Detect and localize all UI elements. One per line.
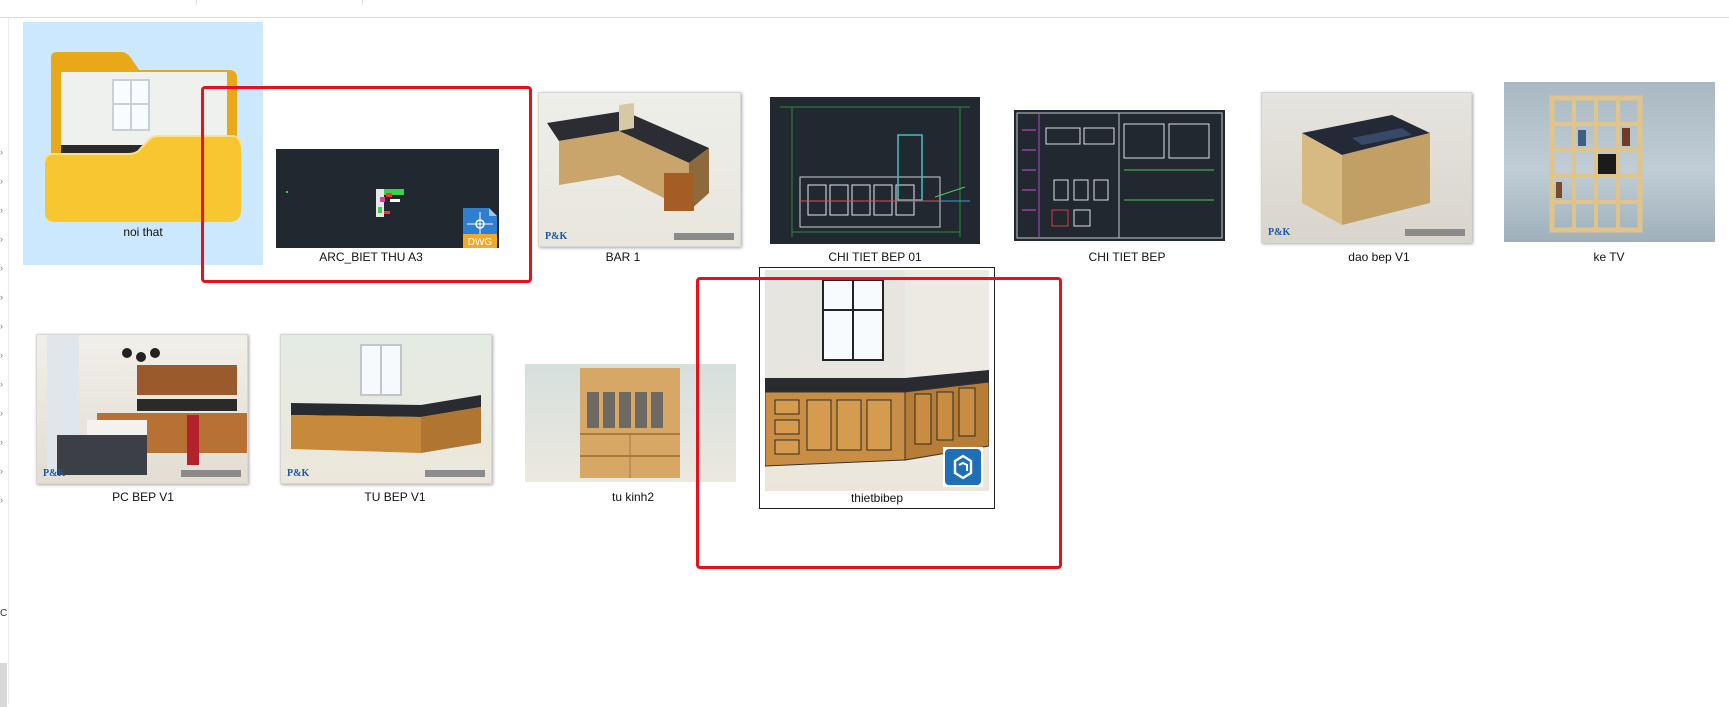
file-label: CHI TIET BEP 01 — [828, 250, 922, 264]
image-thumbnail — [525, 364, 736, 482]
cad-sheet-graphic — [1016, 112, 1223, 239]
file-item-dwg[interactable]: DWG ARC_BIET THU A3 — [251, 22, 499, 265]
expand-chevron-icon[interactable]: › — [0, 436, 6, 448]
expand-chevron-icon[interactable]: › — [0, 349, 6, 361]
dwg-preview-image: DWG — [276, 149, 499, 248]
kitchen-cabinet-render — [291, 344, 481, 453]
title-block — [1405, 229, 1465, 236]
pk-logo: P&K — [287, 468, 310, 479]
image-thumbnail — [1504, 82, 1715, 242]
file-label: TU BEP V1 — [364, 490, 426, 504]
file-label: BAR 1 — [605, 250, 641, 264]
image-thumbnail: P&K — [538, 92, 741, 247]
expand-chevron-icon[interactable]: › — [0, 291, 6, 303]
file-item-sketchup[interactable]: thietbibep — [759, 267, 995, 509]
file-item-drawing[interactable]: CHI TIET BEP 01 — [755, 22, 995, 265]
title-block — [674, 233, 734, 240]
file-item-image[interactable]: P&K TU BEP V1 — [275, 282, 515, 508]
tv-shelf-render — [1549, 95, 1643, 233]
expand-chevron-icon[interactable]: › — [0, 146, 6, 158]
dwg-badge-text: DWG — [468, 237, 493, 248]
file-label: dao bep V1 — [1348, 250, 1410, 264]
file-label: tu kinh2 — [611, 490, 655, 504]
folder-icon — [44, 52, 242, 222]
drawing-thumbnail — [1014, 110, 1225, 241]
expand-chevron-icon[interactable]: › — [0, 494, 6, 506]
cad-elevation-graphic — [780, 106, 970, 237]
image-thumbnail: P&K — [1261, 92, 1472, 243]
file-item-image[interactable]: P&K PC BEP V1 — [23, 282, 263, 508]
toolbar-separator — [196, 0, 197, 5]
expand-chevron-icon[interactable]: › — [0, 204, 6, 216]
file-item-folder[interactable]: noi that — [23, 22, 263, 265]
expand-chevron-icon[interactable]: › — [0, 262, 6, 274]
image-thumbnail: P&K — [36, 334, 248, 484]
file-label: ARC_BIET THU A3 — [319, 250, 423, 264]
expand-chevron-icon[interactable]: › — [0, 233, 6, 245]
bar-counter-render — [547, 103, 709, 211]
expand-chevron-icon[interactable]: › — [0, 465, 6, 477]
drawing-thumbnail — [770, 97, 980, 244]
expand-chevron-icon[interactable]: › — [0, 407, 6, 419]
file-label: noi that — [123, 225, 163, 239]
toolbar-separator — [362, 0, 363, 5]
file-label: CHI TIET BEP — [1088, 250, 1166, 264]
file-label: PC BEP V1 — [112, 490, 174, 504]
pk-logo: P&K — [545, 231, 568, 242]
file-item-image[interactable]: P&K BAR 1 — [503, 22, 743, 265]
file-label: thietbibep — [850, 491, 904, 505]
kitchen-dining-render — [47, 335, 247, 475]
pk-logo: P&K — [1268, 227, 1291, 238]
file-item-drawing[interactable]: CHI TIET BEP — [1007, 22, 1247, 265]
pk-logo: P&K — [43, 468, 66, 479]
kitchen-island-render — [1302, 115, 1430, 225]
file-item-image[interactable]: P&K dao bep V1 — [1259, 22, 1499, 265]
nav-pane-scrollbar-thumb[interactable] — [0, 663, 7, 707]
navigation-pane[interactable]: › › › › › › › › › › › › › C — [0, 18, 9, 707]
file-item-image[interactable]: tu kinh2 — [513, 282, 753, 508]
expand-chevron-icon[interactable]: › — [0, 378, 6, 390]
file-label: ke TV — [1593, 250, 1625, 264]
image-thumbnail: P&K — [280, 334, 492, 484]
sketchup-icon — [943, 447, 983, 487]
image-thumbnail — [765, 270, 989, 491]
file-item-image[interactable]: ke TV — [1489, 22, 1729, 265]
address-toolbar-edge — [0, 0, 1729, 18]
expand-chevron-icon[interactable]: › — [0, 175, 6, 187]
dwg-file-icon: DWG — [463, 208, 497, 248]
nav-pane-letter: C — [0, 608, 8, 619]
title-block — [181, 470, 241, 477]
title-block — [425, 470, 485, 477]
glass-cabinet-render — [580, 368, 680, 478]
expand-chevron-icon[interactable]: › — [0, 320, 6, 332]
